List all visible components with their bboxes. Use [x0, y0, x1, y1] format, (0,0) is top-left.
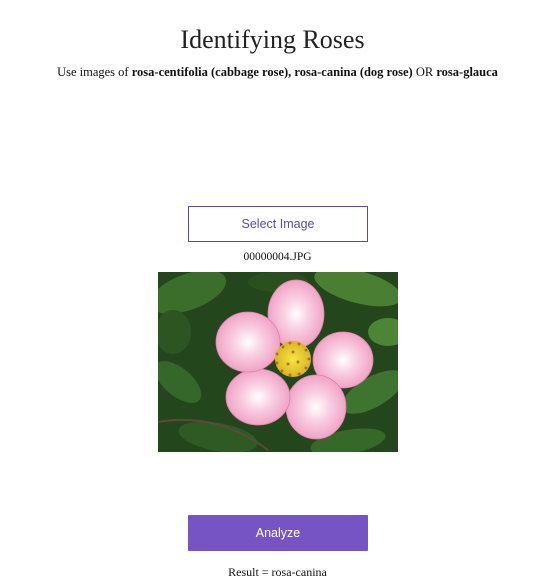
- page-title: Identifying Roses: [180, 25, 365, 55]
- instructions-text: Use images of rosa-centifolia (cabbage r…: [0, 64, 545, 80]
- instructions-species-secondary: rosa-glauca: [436, 65, 498, 79]
- instructions-separator: OR: [412, 65, 437, 79]
- select-image-button[interactable]: Select Image: [188, 206, 368, 242]
- selected-filename: 00000004.JPG: [243, 251, 312, 263]
- rose-image-preview: [158, 272, 398, 452]
- instructions-species-primary: rosa-centifolia (cabbage rose), rosa-can…: [131, 65, 413, 79]
- analyze-button[interactable]: Analyze: [188, 515, 368, 551]
- rose-photo: [158, 272, 398, 452]
- result-text: Result = rosa-canina: [228, 565, 327, 579]
- instructions-prefix: Use images of: [57, 65, 132, 79]
- rose-center: [275, 341, 311, 377]
